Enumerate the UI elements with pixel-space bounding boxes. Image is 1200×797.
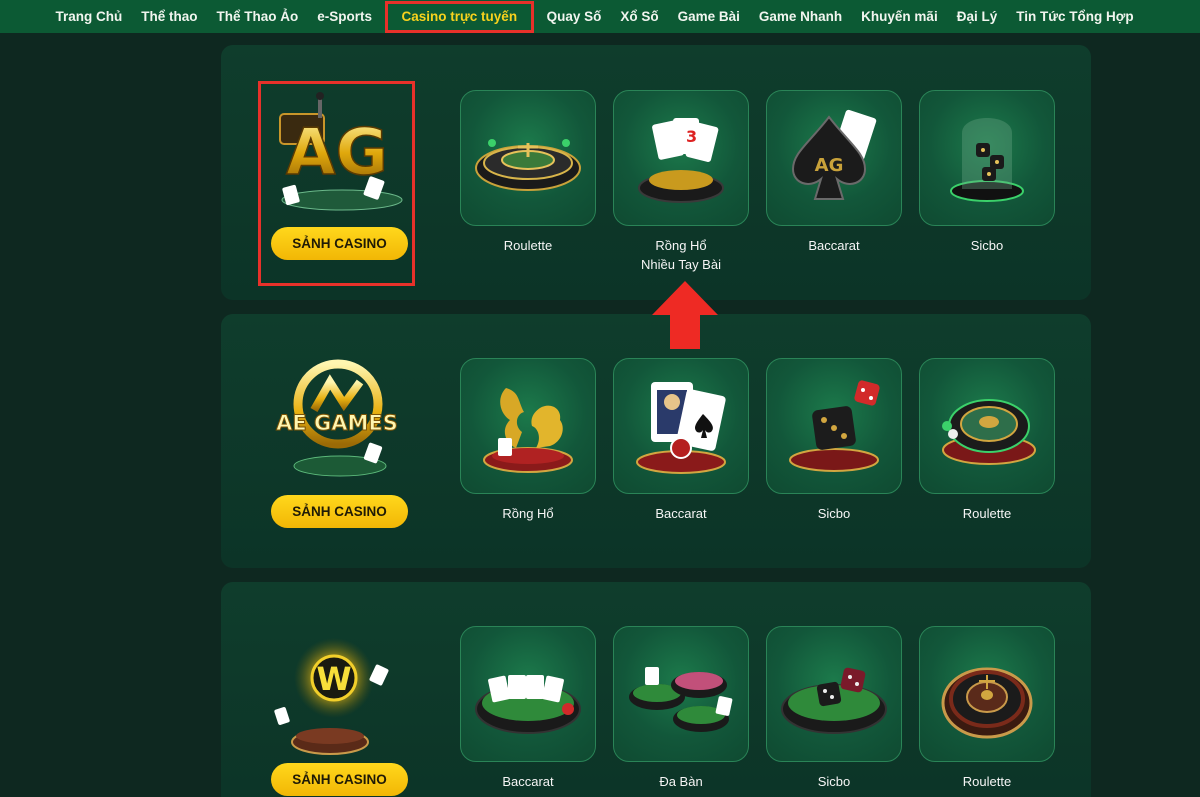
svg-text:3: 3 — [686, 127, 697, 146]
dice-cup-icon — [919, 90, 1055, 226]
cards-chips-icon: 3 — [613, 90, 749, 226]
top-nav: Trang Chủ Thể thao Thể Thao Ảo e-Sports … — [0, 0, 1200, 33]
game-tile-ae-baccarat[interactable]: Baccarat — [613, 358, 749, 523]
game-tile-w-roulette[interactable]: Roulette — [919, 626, 1055, 791]
nav-item-lottery[interactable]: Xổ Số — [611, 9, 668, 24]
game-tile-ag-dragon-tiger-multi[interactable]: 3 Rồng Hổ Nhiều Tay Bài — [613, 90, 749, 274]
game-label: Baccarat — [808, 238, 860, 253]
w-logo-text: W — [316, 660, 351, 698]
nav-item-home[interactable]: Trang Chủ — [46, 9, 132, 24]
lobby-button-w[interactable]: SẢNH CASINO — [271, 763, 408, 796]
dragon-tiger-icon — [460, 358, 596, 494]
game-tile-w-multi-table[interactable]: Đa Bàn — [613, 626, 749, 791]
game-label: Sicbo — [817, 774, 851, 789]
nav-item-lottery-draw[interactable]: Quay Số — [537, 9, 611, 24]
game-label: Sicbo — [817, 506, 851, 521]
svg-text:AG: AG — [815, 155, 844, 176]
card-table-icon — [460, 626, 596, 762]
provider-panel-w: W SẢNH CASINO Baccarat Đa Bàn Sicbo Roul… — [221, 582, 1091, 797]
game-label: Roulette — [962, 774, 1012, 789]
multi-table-icon — [613, 626, 749, 762]
dice-icon — [766, 358, 902, 494]
game-label: Baccarat — [502, 774, 554, 789]
nav-item-live-casino[interactable]: Casino trực tuyến — [384, 0, 535, 33]
king-card-icon — [613, 358, 749, 494]
nav-item-quick-games[interactable]: Game Nhanh — [749, 9, 851, 24]
game-tile-ae-dragon-tiger[interactable]: Rồng Hổ — [460, 358, 596, 523]
game-label-line1: Rồng Hổ — [655, 238, 707, 253]
game-label: Rồng Hổ Nhiều Tay Bài — [613, 236, 749, 274]
nav-item-promotions[interactable]: Khuyến mãi — [852, 9, 948, 24]
highlight-box-ag-lobby — [258, 81, 415, 286]
ae-games-logo[interactable]: AE GAMES — [257, 352, 417, 488]
game-label: Roulette — [962, 506, 1012, 521]
game-tile-ag-baccarat[interactable]: AG Baccarat — [766, 90, 902, 255]
lobby-button-ae-games[interactable]: SẢNH CASINO — [271, 495, 408, 528]
roulette-wheel-icon — [919, 358, 1055, 494]
nav-item-virtual-sports[interactable]: Thể Thao Ảo — [207, 9, 308, 24]
w-logo[interactable]: W — [257, 630, 417, 766]
roulette-wheel-icon — [460, 90, 596, 226]
nav-item-esports[interactable]: e-Sports — [308, 9, 382, 24]
arrow-up-icon — [650, 279, 720, 356]
roulette-wheel-icon — [919, 626, 1055, 762]
spade-ag-icon: AG — [766, 90, 902, 226]
game-label: Rồng Hổ — [502, 506, 554, 521]
game-tile-ag-roulette[interactable]: Roulette — [460, 90, 596, 255]
game-tile-w-baccarat[interactable]: Baccarat — [460, 626, 596, 791]
ae-games-logo-text: AE GAMES — [276, 411, 398, 435]
game-label: Roulette — [503, 238, 553, 253]
nav-item-agent[interactable]: Đại Lý — [947, 9, 1007, 24]
game-tile-ag-sicbo[interactable]: Sicbo — [919, 90, 1055, 255]
game-label: Đa Bàn — [659, 774, 703, 789]
nav-item-card-games[interactable]: Game Bài — [668, 9, 749, 24]
game-tile-ae-sicbo[interactable]: Sicbo — [766, 358, 902, 523]
game-tile-ae-roulette[interactable]: Roulette — [919, 358, 1055, 523]
game-tile-w-sicbo[interactable]: Sicbo — [766, 626, 902, 791]
nav-item-news[interactable]: Tin Tức Tổng Hợp — [1007, 9, 1143, 24]
dice-table-icon — [766, 626, 902, 762]
game-label: Sicbo — [970, 238, 1004, 253]
game-label-line2: Nhiều Tay Bài — [641, 257, 721, 272]
game-label: Baccarat — [655, 506, 707, 521]
nav-item-sports[interactable]: Thể thao — [132, 9, 207, 24]
